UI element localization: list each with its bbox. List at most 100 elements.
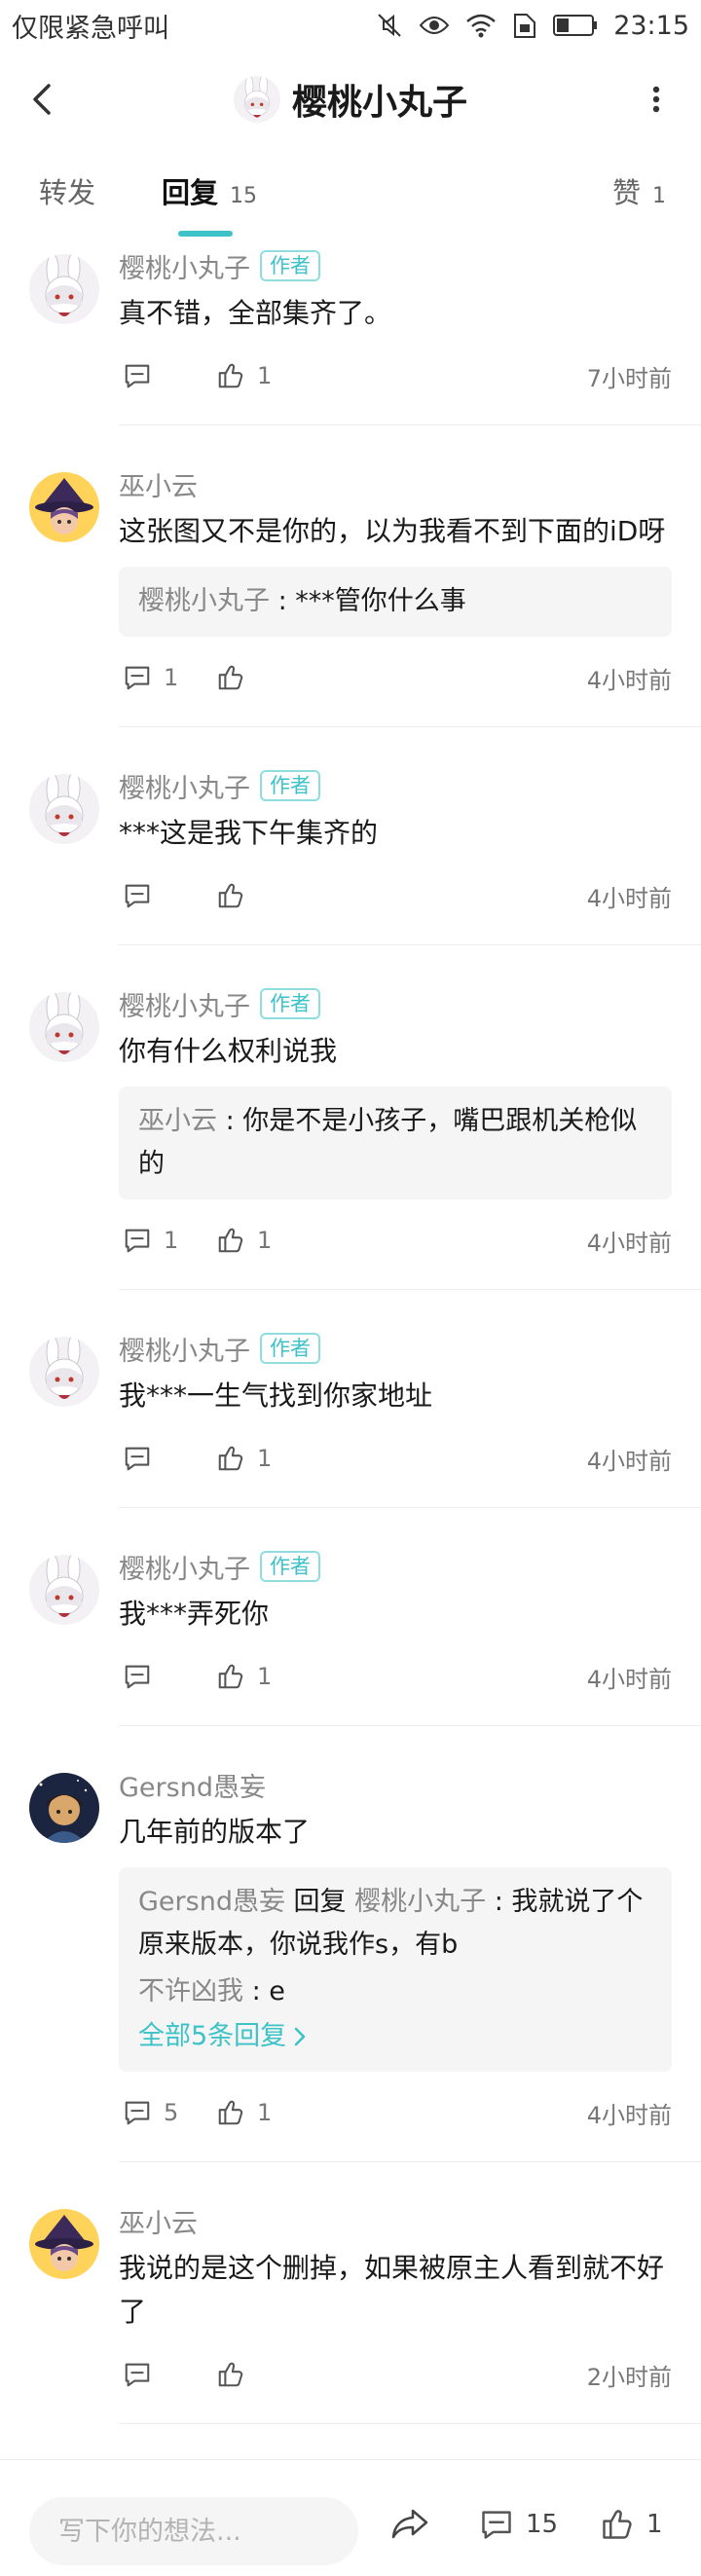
avatar[interactable]	[29, 992, 99, 1062]
more-vertical-icon[interactable]	[635, 78, 678, 121]
share-button[interactable]	[391, 2507, 430, 2542]
reply-button[interactable]: 1	[123, 663, 178, 692]
reply-button[interactable]	[123, 361, 164, 390]
like-button[interactable]: 1	[216, 2098, 272, 2127]
comment-author[interactable]: 樱桃小丸子	[119, 1330, 250, 1368]
comment-author[interactable]: 樱桃小丸子	[119, 985, 250, 1023]
reply-count: 1	[164, 664, 179, 691]
author-badge: 作者	[260, 1551, 320, 1582]
comment-author[interactable]: 樱桃小丸子	[119, 247, 250, 285]
like-button[interactable]	[216, 881, 257, 910]
comment-item: 樱桃小丸子 作者 你有什么权利说我 巫小云 : 你是不是小孩子，嘴巴跟机关枪似的 …	[0, 945, 701, 1290]
chevron-left-icon[interactable]	[21, 78, 64, 121]
reply-line: Gersnd愚妄 回复 樱桃小丸子 : 我就说了个原来版本，你说我作s，有b	[138, 1881, 652, 1967]
more-replies-label: 全部5条回复	[138, 2021, 287, 2051]
avatar[interactable]	[29, 472, 99, 542]
comment-item: 巫小云 这张图又不是你的，以为我看不到下面的iD呀 樱桃小丸子 : ***管你什…	[0, 425, 701, 727]
author-badge: 作者	[260, 1333, 320, 1364]
tab-reposts[interactable]: 转发	[39, 170, 95, 211]
avatar[interactable]	[29, 254, 99, 324]
comment-text: 你有什么权利说我	[119, 1035, 338, 1067]
like-button[interactable]: 1	[216, 1444, 272, 1473]
reply-button[interactable]: 5	[123, 2098, 178, 2127]
comment-icon	[123, 1226, 152, 1255]
like-button[interactable]	[216, 2360, 257, 2389]
comment-item: 樱桃小丸子 作者 ***这是我下午集齐的 4小时前	[0, 727, 701, 945]
reply-count: 1	[164, 1227, 179, 1254]
carrier-text: 仅限紧急呼叫	[12, 13, 169, 44]
reply-button[interactable]	[123, 1444, 164, 1473]
reply-author[interactable]: 樱桃小丸子	[138, 586, 270, 616]
reply-text: ***管你什么事	[295, 586, 466, 616]
tab-count: 1	[652, 184, 667, 208]
comment-author[interactable]: 樱桃小丸子	[119, 1548, 250, 1586]
reply-line: 不许凶我 : e	[138, 1970, 652, 2013]
comment-icon	[123, 881, 152, 910]
comment-icon	[123, 1662, 152, 1691]
reply-count: 5	[164, 2099, 179, 2126]
reply-author[interactable]: 巫小云	[138, 1106, 217, 1136]
comment-item: 樱桃小丸子 作者 我***一生气找到你家地址 1 4小时前	[0, 1290, 701, 1508]
reply-button[interactable]: 1	[123, 1226, 178, 1255]
reply-separator: :	[486, 1887, 512, 1917]
avatar[interactable]	[29, 2209, 99, 2279]
avatar[interactable]	[234, 76, 280, 123]
like-button[interactable]: 1	[600, 2507, 663, 2542]
more-replies-link[interactable]: 全部5条回复	[138, 2015, 308, 2058]
reply-separator: :	[243, 1976, 270, 2006]
like-button[interactable]	[216, 663, 257, 692]
comment-text: 我***弄死你	[119, 1598, 270, 1630]
reply-button[interactable]	[123, 2360, 164, 2389]
comment-icon	[123, 361, 152, 390]
like-count: 1	[257, 362, 273, 389]
share-icon	[391, 2509, 428, 2539]
tab-likes[interactable]: 赞1	[612, 170, 666, 211]
comment-item: 巫小云 我说的是这个删掉，如果被原主人看到就不好了 2小时前	[0, 2162, 701, 2424]
thumbs-up-icon	[216, 361, 245, 390]
thumbs-up-icon	[216, 1444, 245, 1473]
reply-action: 回复	[284, 1887, 355, 1917]
like-count: 1	[257, 1663, 273, 1690]
comment-author[interactable]: 巫小云	[119, 465, 198, 503]
comment-count: 15	[526, 2510, 559, 2539]
like-count: 1	[646, 2510, 663, 2539]
comment-text: ***这是我下午集齐的	[119, 817, 379, 849]
comment-author[interactable]: 巫小云	[119, 2202, 198, 2240]
like-button[interactable]: 1	[216, 361, 272, 390]
reply-preview[interactable]: 巫小云 : 你是不是小孩子，嘴巴跟机关枪似的	[119, 1086, 672, 1199]
avatar[interactable]	[29, 774, 99, 844]
battery-icon	[553, 15, 598, 36]
reply-preview[interactable]: Gersnd愚妄 回复 樱桃小丸子 : 我就说了个原来版本，你说我作s，有b 不…	[119, 1867, 672, 2072]
thumbs-up-icon	[216, 2360, 245, 2389]
header: 樱桃小丸子	[0, 51, 701, 148]
reply-preview[interactable]: 樱桃小丸子 : ***管你什么事	[119, 567, 672, 637]
tab-bar: 转发 回复 15 赞1	[0, 161, 701, 237]
reply-target[interactable]: 樱桃小丸子	[354, 1887, 486, 1917]
comment-time: 4小时前	[586, 1447, 672, 1475]
like-button[interactable]: 1	[216, 1662, 272, 1691]
reply-button[interactable]	[123, 1662, 164, 1691]
comments-button[interactable]: 15	[479, 2507, 558, 2542]
comment-time: 7小时前	[586, 364, 672, 392]
author-badge: 作者	[260, 770, 320, 801]
reply-button[interactable]	[123, 881, 164, 910]
reply-author[interactable]: Gersnd愚妄	[138, 1887, 285, 1917]
thumbs-up-icon	[600, 2507, 635, 2542]
reply-author[interactable]: 不许凶我	[138, 1976, 243, 2006]
like-count: 1	[257, 1445, 273, 1472]
comment-input[interactable]	[29, 2497, 358, 2565]
avatar[interactable]	[29, 1555, 99, 1625]
tab-replies[interactable]: 回复 15	[162, 170, 257, 211]
comment-time: 4小时前	[586, 666, 672, 694]
thumbs-up-icon	[216, 1226, 245, 1255]
comment-item: 樱桃小丸子 作者 我***弄死你 1 4小时前	[0, 1508, 701, 1726]
avatar[interactable]	[29, 1773, 99, 1843]
comment-text: 我说的是这个删掉，如果被原主人看到就不好了	[119, 2252, 665, 2328]
comment-author[interactable]: 樱桃小丸子	[119, 767, 250, 805]
like-count: 1	[257, 2099, 273, 2126]
avatar[interactable]	[29, 1337, 99, 1407]
comment-author[interactable]: Gersnd愚妄	[119, 1766, 266, 1804]
reply-text: e	[269, 1976, 285, 2006]
like-button[interactable]: 1	[216, 1226, 272, 1255]
reply-separator: :	[270, 586, 296, 616]
